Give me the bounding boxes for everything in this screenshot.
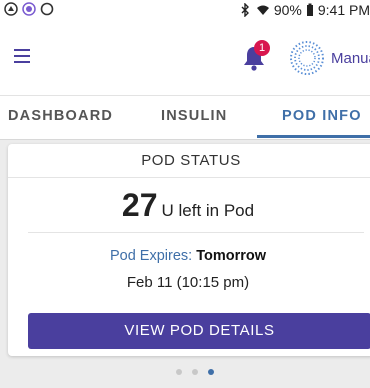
notifications-button[interactable]: 1 [242,40,270,73]
units-value: 27 [121,187,158,223]
tab-dashboard[interactable]: DASHBOARD [8,96,113,137]
page-dot-1[interactable] [176,369,182,375]
pod-status-card: POD STATUS 27 U left in Pod Pod Expires: … [8,144,370,356]
app-bar: 1 Manual [0,20,370,95]
pod-dotted-circle-icon [290,41,324,75]
record-icon [22,2,36,16]
view-pod-details-button[interactable]: VIEW POD DETAILS [28,313,370,349]
tab-pod-info[interactable]: POD INFO [282,96,362,137]
pod-expires: Pod Expires: Tomorrow [8,248,368,264]
clock: 9:41 PM [317,2,370,18]
bluetooth-icon [241,3,249,17]
tab-bar: DASHBOARD INSULIN POD INFO [0,95,370,140]
mode-label: Manual [331,49,370,67]
page-dot-3[interactable] [208,369,214,375]
units-text: U left in Pod [161,201,255,220]
tab-insulin[interactable]: INSULIN [161,96,227,137]
ring-icon [40,2,54,16]
page-indicator [176,369,214,375]
expires-date: Feb 11 (10:15 pm) [126,274,250,291]
divider [8,177,370,178]
battery-icon [306,3,313,16]
expires-value: Tomorrow [196,248,267,264]
wifi-icon [256,5,269,15]
expires-label: Pod Expires: [109,248,193,264]
battery-percent: 90% [273,2,302,18]
active-tab-indicator [257,135,370,138]
notification-badge: 1 [254,40,270,56]
card-title: POD STATUS [141,152,241,169]
mode-indicator[interactable]: Manual [289,40,370,76]
hamburger-menu-icon[interactable] [4,38,40,74]
notification-icon [4,2,18,16]
status-bar: 90% 9:41 PM [0,0,370,20]
divider [28,232,364,233]
units-remaining: 27 U left in Pod [8,187,368,224]
page-dot-2[interactable] [192,369,198,375]
